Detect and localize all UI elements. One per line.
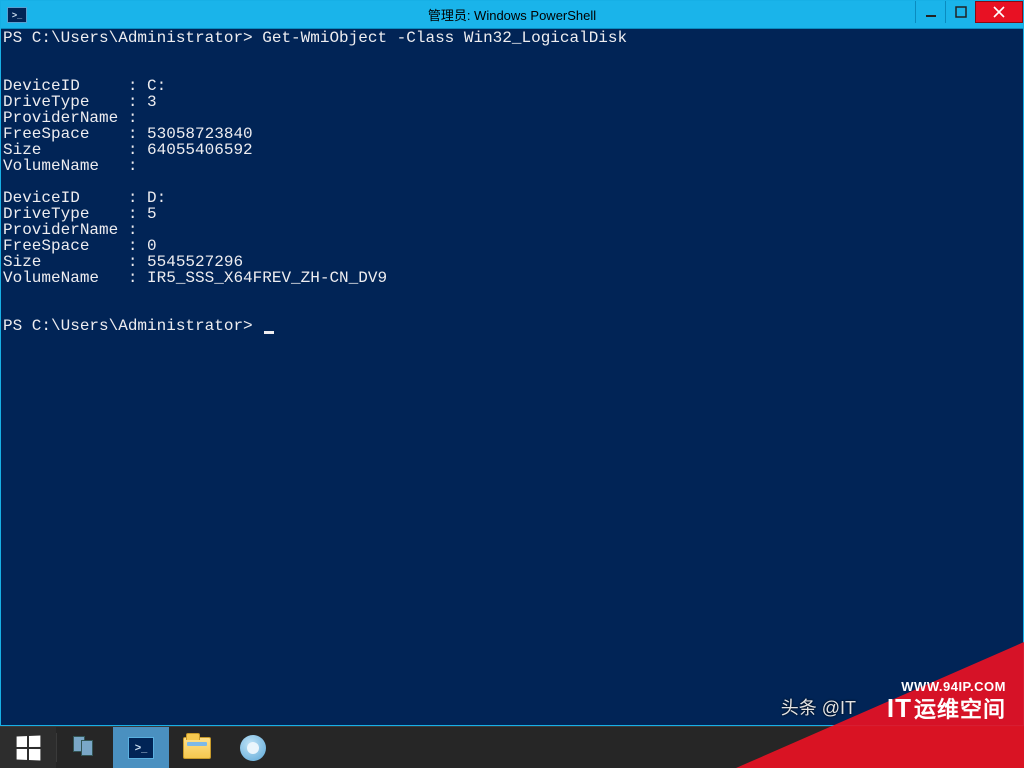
window-title: 管理员: Windows PowerShell	[1, 5, 1023, 24]
console-line: DeviceID : C:	[3, 78, 1021, 94]
powershell-taskbar-icon: >_	[128, 737, 154, 759]
taskbar-powershell[interactable]: >_	[113, 727, 169, 768]
console-line: DeviceID : D:	[3, 190, 1021, 206]
start-button[interactable]	[0, 727, 56, 768]
taskbar: >_	[0, 726, 1024, 768]
console-line: Size : 5545527296	[3, 254, 1021, 270]
console-line: Size : 64055406592	[3, 142, 1021, 158]
titlebar[interactable]: >_ 管理员: Windows PowerShell	[1, 1, 1023, 29]
console-line: FreeSpace : 0	[3, 238, 1021, 254]
minimize-icon	[925, 6, 937, 18]
console-line: DriveType : 3	[3, 94, 1021, 110]
console-line	[3, 46, 1021, 62]
console-line	[3, 174, 1021, 190]
taskbar-file-explorer[interactable]	[169, 727, 225, 768]
minimize-button[interactable]	[915, 1, 945, 23]
cursor	[264, 331, 274, 334]
maximize-icon	[955, 6, 967, 18]
console-line: DriveType : 5	[3, 206, 1021, 222]
powershell-icon: >_	[7, 7, 27, 23]
gear-icon	[240, 735, 266, 761]
console-prompt[interactable]: PS C:\Users\Administrator>	[3, 318, 1021, 334]
console-line: ProviderName :	[3, 110, 1021, 126]
console-area[interactable]: PS C:\Users\Administrator> Get-WmiObject…	[3, 30, 1021, 723]
console-line	[3, 302, 1021, 318]
close-icon	[992, 5, 1006, 19]
console-line: ProviderName :	[3, 222, 1021, 238]
console-line: FreeSpace : 53058723840	[3, 126, 1021, 142]
close-button[interactable]	[975, 1, 1023, 23]
taskbar-server-manager[interactable]	[57, 727, 113, 768]
server-manager-icon	[71, 734, 99, 762]
console-line	[3, 286, 1021, 302]
powershell-window: >_ 管理员: Windows PowerShell PS C:\Users\A…	[0, 0, 1024, 726]
console-line: VolumeName : IR5_SSS_X64FREV_ZH-CN_DV9	[3, 270, 1021, 286]
maximize-button[interactable]	[945, 1, 975, 23]
taskbar-settings[interactable]	[225, 727, 281, 768]
windows-logo-icon	[17, 735, 41, 760]
window-controls	[915, 1, 1023, 23]
file-explorer-icon	[183, 737, 211, 759]
prompt-text: PS C:\Users\Administrator>	[3, 318, 262, 334]
console-line	[3, 62, 1021, 78]
console-line: PS C:\Users\Administrator> Get-WmiObject…	[3, 30, 1021, 46]
console-line: VolumeName :	[3, 158, 1021, 174]
